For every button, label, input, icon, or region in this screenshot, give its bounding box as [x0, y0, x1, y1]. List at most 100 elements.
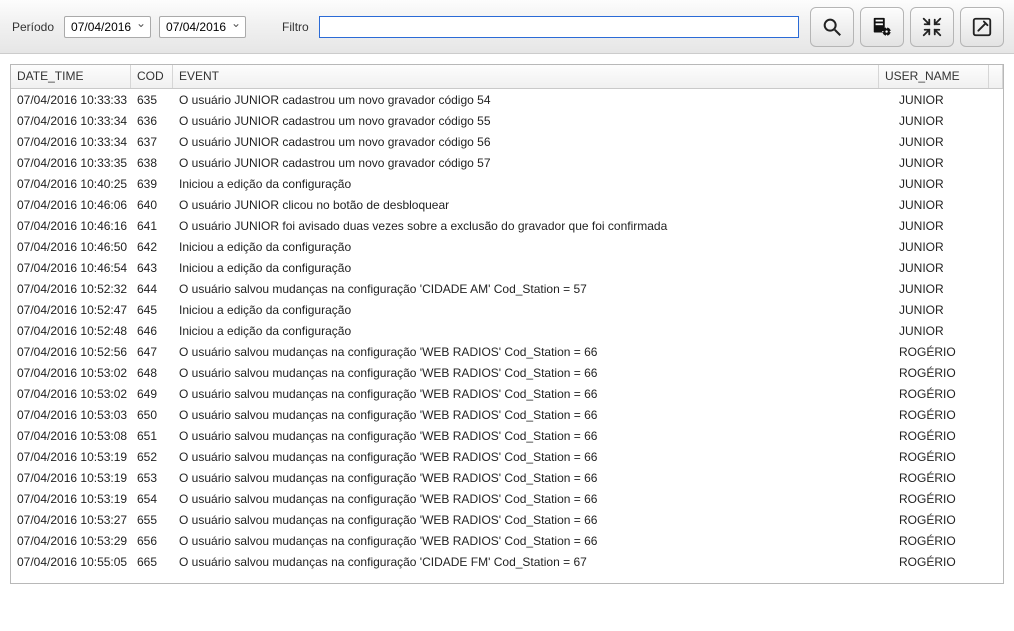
cell-user: JUNIOR	[893, 91, 1003, 109]
cell-cod: 652	[131, 448, 173, 466]
document-gear-icon	[871, 16, 893, 38]
grid-header: DATE_TIME COD EVENT USER_NAME	[11, 65, 1003, 89]
cell-user: JUNIOR	[893, 322, 1003, 340]
table-row[interactable]: 07/04/2016 10:33:33635O usuário JUNIOR c…	[11, 89, 1003, 110]
cell-user: JUNIOR	[893, 196, 1003, 214]
periodo-label: Período	[10, 20, 56, 34]
cell-datetime: 07/04/2016 10:53:08	[11, 427, 131, 445]
cell-datetime: 07/04/2016 10:53:03	[11, 406, 131, 424]
cell-event: O usuário JUNIOR cadastrou um novo grava…	[173, 154, 893, 172]
cell-datetime: 07/04/2016 10:46:06	[11, 196, 131, 214]
table-row[interactable]: 07/04/2016 10:33:35638O usuário JUNIOR c…	[11, 152, 1003, 173]
cell-cod: 645	[131, 301, 173, 319]
cell-event: O usuário JUNIOR cadastrou um novo grava…	[173, 133, 893, 151]
cell-datetime: 07/04/2016 10:33:34	[11, 133, 131, 151]
arrows-in-icon	[921, 16, 943, 38]
date-to-select[interactable]: 07/04/2016	[159, 16, 246, 38]
cell-user: ROGÉRIO	[893, 511, 1003, 529]
cell-cod: 642	[131, 238, 173, 256]
table-row[interactable]: 07/04/2016 10:52:56647O usuário salvou m…	[11, 341, 1003, 362]
col-header-cod[interactable]: COD	[131, 65, 173, 88]
cell-cod: 647	[131, 343, 173, 361]
cell-event: O usuário salvou mudanças na configuraçã…	[173, 427, 893, 445]
table-row[interactable]: 07/04/2016 10:46:54643Iniciou a edição d…	[11, 257, 1003, 278]
cell-event: O usuário JUNIOR cadastrou um novo grava…	[173, 91, 893, 109]
cell-event: O usuário JUNIOR foi avisado duas vezes …	[173, 217, 893, 235]
cell-datetime: 07/04/2016 10:46:16	[11, 217, 131, 235]
cell-datetime: 07/04/2016 10:52:48	[11, 322, 131, 340]
cell-event: O usuário salvou mudanças na configuraçã…	[173, 385, 893, 403]
table-row[interactable]: 07/04/2016 10:52:47645Iniciou a edição d…	[11, 299, 1003, 320]
table-row[interactable]: 07/04/2016 10:53:08651O usuário salvou m…	[11, 425, 1003, 446]
cell-datetime: 07/04/2016 10:46:50	[11, 238, 131, 256]
cell-datetime: 07/04/2016 10:53:19	[11, 448, 131, 466]
filtro-label: Filtro	[280, 20, 311, 34]
table-row[interactable]: 07/04/2016 10:53:19654O usuário salvou m…	[11, 488, 1003, 509]
table-row[interactable]: 07/04/2016 10:46:50642Iniciou a edição d…	[11, 236, 1003, 257]
table-row[interactable]: 07/04/2016 10:33:34637O usuário JUNIOR c…	[11, 131, 1003, 152]
cell-cod: 651	[131, 427, 173, 445]
table-row[interactable]: 07/04/2016 10:40:25639Iniciou a edição d…	[11, 173, 1003, 194]
table-row[interactable]: 07/04/2016 10:53:19653O usuário salvou m…	[11, 467, 1003, 488]
col-header-user[interactable]: USER_NAME	[879, 65, 989, 88]
table-row[interactable]: 07/04/2016 10:55:05665O usuário salvou m…	[11, 551, 1003, 572]
table-row[interactable]: 07/04/2016 10:53:02649O usuário salvou m…	[11, 383, 1003, 404]
cell-cod: 646	[131, 322, 173, 340]
collapse-button[interactable]	[910, 7, 954, 47]
cell-cod: 665	[131, 553, 173, 571]
cell-datetime: 07/04/2016 10:53:19	[11, 490, 131, 508]
cell-event: O usuário JUNIOR clicou no botão de desb…	[173, 196, 893, 214]
cell-user: ROGÉRIO	[893, 469, 1003, 487]
toolbar-buttons	[810, 0, 1004, 54]
cell-cod: 635	[131, 91, 173, 109]
cell-user: JUNIOR	[893, 112, 1003, 130]
cell-user: ROGÉRIO	[893, 490, 1003, 508]
cell-event: Iniciou a edição da configuração	[173, 238, 893, 256]
col-header-datetime[interactable]: DATE_TIME	[11, 65, 131, 88]
table-row[interactable]: 07/04/2016 10:52:48646Iniciou a edição d…	[11, 320, 1003, 341]
table-row[interactable]: 07/04/2016 10:53:19652O usuário salvou m…	[11, 446, 1003, 467]
log-grid: DATE_TIME COD EVENT USER_NAME 07/04/2016…	[10, 64, 1004, 584]
filter-input[interactable]	[319, 16, 799, 38]
table-row[interactable]: 07/04/2016 10:46:16641O usuário JUNIOR f…	[11, 215, 1003, 236]
cell-event: O usuário salvou mudanças na configuraçã…	[173, 490, 893, 508]
cell-event: O usuário salvou mudanças na configuraçã…	[173, 532, 893, 550]
search-button[interactable]	[810, 7, 854, 47]
grid-body[interactable]: 07/04/2016 10:33:33635O usuário JUNIOR c…	[11, 89, 1003, 583]
cell-event: O usuário salvou mudanças na configuraçã…	[173, 406, 893, 424]
col-header-extra	[989, 65, 1003, 88]
cell-cod: 648	[131, 364, 173, 382]
table-row[interactable]: 07/04/2016 10:46:06640O usuário JUNIOR c…	[11, 194, 1003, 215]
table-row[interactable]: 07/04/2016 10:53:27655O usuário salvou m…	[11, 509, 1003, 530]
table-row[interactable]: 07/04/2016 10:53:29656O usuário salvou m…	[11, 530, 1003, 551]
table-row[interactable]: 07/04/2016 10:53:03650O usuário salvou m…	[11, 404, 1003, 425]
cell-user: JUNIOR	[893, 301, 1003, 319]
cell-datetime: 07/04/2016 10:33:33	[11, 91, 131, 109]
cell-event: O usuário salvou mudanças na configuraçã…	[173, 511, 893, 529]
table-row[interactable]: 07/04/2016 10:52:32644O usuário salvou m…	[11, 278, 1003, 299]
toolbar: Período 07/04/2016 07/04/2016 Filtro	[0, 0, 1014, 54]
table-row[interactable]: 07/04/2016 10:53:02648O usuário salvou m…	[11, 362, 1003, 383]
cell-cod: 636	[131, 112, 173, 130]
cell-cod: 638	[131, 154, 173, 172]
search-icon	[821, 16, 843, 38]
cell-cod: 637	[131, 133, 173, 151]
cell-datetime: 07/04/2016 10:55:05	[11, 553, 131, 571]
cell-user: ROGÉRIO	[893, 406, 1003, 424]
cell-datetime: 07/04/2016 10:53:19	[11, 469, 131, 487]
table-row[interactable]: 07/04/2016 10:33:34636O usuário JUNIOR c…	[11, 110, 1003, 131]
cell-cod: 653	[131, 469, 173, 487]
cell-event: Iniciou a edição da configuração	[173, 175, 893, 193]
edit-icon	[971, 16, 993, 38]
cell-datetime: 07/04/2016 10:53:02	[11, 364, 131, 382]
cell-cod: 639	[131, 175, 173, 193]
edit-button[interactable]	[960, 7, 1004, 47]
cell-cod: 655	[131, 511, 173, 529]
date-from-select[interactable]: 07/04/2016	[64, 16, 151, 38]
cell-user: ROGÉRIO	[893, 553, 1003, 571]
cell-event: O usuário salvou mudanças na configuraçã…	[173, 469, 893, 487]
col-header-event[interactable]: EVENT	[173, 65, 879, 88]
cell-event: O usuário JUNIOR cadastrou um novo grava…	[173, 112, 893, 130]
settings-document-button[interactable]	[860, 7, 904, 47]
cell-datetime: 07/04/2016 10:46:54	[11, 259, 131, 277]
